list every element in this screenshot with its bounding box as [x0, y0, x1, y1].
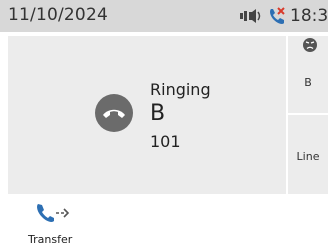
side-line-label[interactable]: Line [288, 150, 328, 163]
contact-face-icon[interactable] [302, 37, 318, 53]
side-panel: B Line [288, 36, 328, 194]
transfer-button[interactable]: Transfer [24, 200, 84, 248]
handset-hangup-icon [103, 109, 125, 118]
status-bar: 11/10/2024 18:37 [0, 0, 328, 32]
call-status-avatar [95, 94, 133, 132]
caller-name: B [150, 101, 166, 126]
transfer-label: Transfer [28, 233, 73, 246]
caller-number: 101 [150, 132, 181, 151]
speaker-icon [240, 9, 261, 23]
status-right: 18:37 [240, 5, 328, 27]
status-date: 11/10/2024 [8, 5, 108, 25]
missed-call-icon [270, 7, 285, 24]
call-panel: Ringing B 101 [8, 36, 286, 194]
transfer-icon [37, 204, 70, 222]
status-time: 18:37 [290, 6, 328, 26]
call-status-text: Ringing [150, 80, 211, 99]
softkey-bar: Transfer [0, 196, 328, 250]
side-contact-label[interactable]: B [288, 76, 328, 89]
side-divider [288, 113, 328, 115]
